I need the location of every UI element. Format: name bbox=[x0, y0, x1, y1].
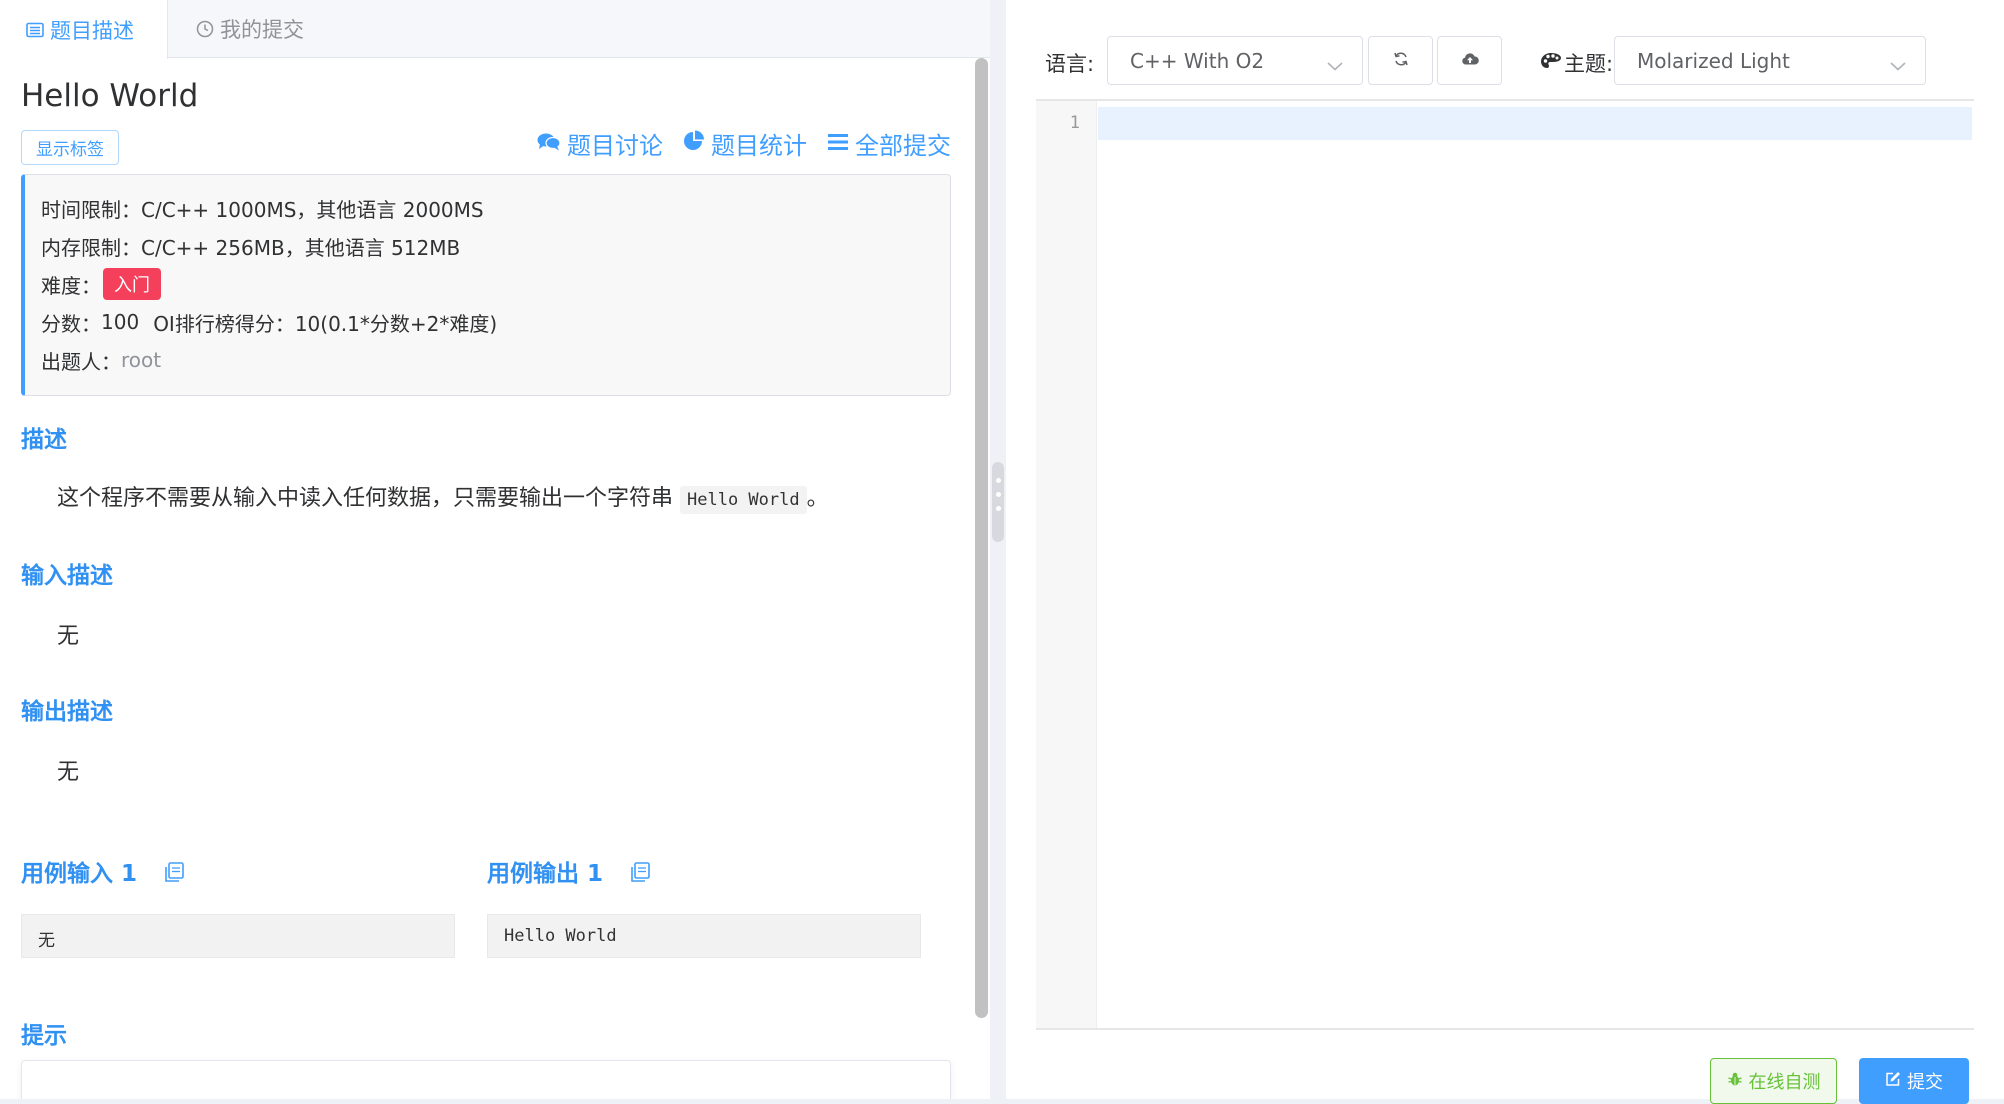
grip-dot bbox=[996, 492, 1001, 497]
panel-splitter[interactable] bbox=[990, 0, 1006, 1099]
memory-limit-row: 内存限制： C/C++ 256MB，其他语言 512MB bbox=[41, 227, 950, 265]
tab-label: 题目描述 bbox=[50, 18, 134, 43]
time-limit-row: 时间限制： C/C++ 1000MS，其他语言 2000MS bbox=[41, 189, 950, 227]
description-code: Hello World bbox=[680, 486, 807, 514]
description-body: 这个程序不需要从输入中读入任何数据，只需要输出一个字符串 bbox=[57, 486, 674, 511]
output-description-text: 无 bbox=[57, 760, 80, 785]
grip-dot bbox=[996, 478, 1001, 483]
sample-output-heading-label: 用例输出 1 bbox=[487, 861, 604, 887]
tab-problem-description[interactable]: 题目描述 bbox=[0, 0, 168, 59]
grip-dot bbox=[996, 506, 1001, 511]
problem-links: 题目讨论 题目统计 全部提交 bbox=[537, 126, 951, 161]
all-submissions-link[interactable]: 全部提交 bbox=[827, 126, 951, 161]
edit-icon bbox=[1885, 1071, 1901, 1092]
tab-bar: 题目描述 我的提交 bbox=[0, 0, 990, 59]
description-text: 这个程序不需要从输入中读入任何数据，只需要输出一个字符串 Hello World… bbox=[57, 480, 829, 514]
oi-rank-label: OI排行榜得分： bbox=[153, 311, 295, 336]
online-test-button[interactable]: 在线自测 bbox=[1710, 1058, 1837, 1104]
output-description-heading: 输出描述 bbox=[21, 699, 113, 725]
time-limit-label: 时间限制： bbox=[41, 197, 141, 222]
language-label: 语言: bbox=[1045, 52, 1095, 76]
discussion-link-label: 题目讨论 bbox=[567, 132, 663, 160]
author-row: 出题人： root bbox=[41, 341, 950, 379]
hint-heading: 提示 bbox=[21, 1023, 67, 1049]
code-editor[interactable]: 1 bbox=[1036, 99, 1974, 1030]
language-select[interactable]: C++ With O2 bbox=[1107, 36, 1363, 85]
score-label: 分数： bbox=[41, 311, 101, 336]
time-limit-value: C/C++ 1000MS，其他语言 2000MS bbox=[141, 197, 484, 222]
score-value: 100 bbox=[101, 310, 140, 334]
chevron-down-icon bbox=[1326, 53, 1344, 77]
clock-icon bbox=[196, 20, 214, 38]
refresh-icon bbox=[1393, 51, 1409, 71]
hint-box bbox=[21, 1060, 951, 1099]
submit-button[interactable]: 提交 bbox=[1859, 1058, 1969, 1104]
reset-code-button[interactable] bbox=[1368, 36, 1433, 85]
statistics-link-label: 题目统计 bbox=[711, 132, 807, 160]
memory-limit-label: 内存限制： bbox=[41, 235, 141, 260]
tab-label: 我的提交 bbox=[220, 18, 304, 42]
pie-chart-icon bbox=[683, 130, 705, 158]
scrollbar-thumb[interactable] bbox=[975, 58, 988, 1018]
description-heading: 描述 bbox=[21, 427, 67, 453]
sample-output-heading: 用例输出 1 bbox=[487, 854, 651, 889]
chevron-down-icon bbox=[1889, 53, 1907, 77]
sample-input-heading-label: 用例输入 1 bbox=[21, 861, 138, 887]
oi-rank-value: 10(0.1*分数+2*难度) bbox=[294, 311, 498, 336]
author-label: 出题人： bbox=[41, 349, 121, 374]
vertical-scrollbar[interactable] bbox=[975, 58, 988, 1018]
all-submissions-link-label: 全部提交 bbox=[855, 132, 951, 160]
active-line[interactable] bbox=[1098, 107, 1972, 140]
copy-icon[interactable] bbox=[163, 861, 185, 889]
bars-icon bbox=[827, 130, 849, 158]
sample-input-box[interactable]: 无 bbox=[21, 914, 455, 958]
list-alt-icon bbox=[26, 22, 44, 38]
language-value: C++ With O2 bbox=[1130, 48, 1265, 73]
statistics-link[interactable]: 题目统计 bbox=[683, 126, 807, 161]
difficulty-row: 难度： 入门 bbox=[41, 265, 950, 303]
difficulty-badge: 入门 bbox=[103, 268, 161, 300]
comments-icon bbox=[537, 130, 561, 158]
upload-file-button[interactable] bbox=[1437, 36, 1502, 85]
show-tags-button[interactable]: 显示标签 bbox=[21, 130, 119, 165]
input-description-text: 无 bbox=[57, 624, 80, 649]
theme-label: 主题: bbox=[1564, 52, 1614, 76]
tab-my-submissions[interactable]: 我的提交 bbox=[196, 0, 346, 58]
author-value: root bbox=[121, 348, 162, 372]
discussion-link[interactable]: 题目讨论 bbox=[537, 126, 663, 161]
description-end: 。 bbox=[806, 486, 829, 511]
problem-info-box: 时间限制： C/C++ 1000MS，其他语言 2000MS 内存限制： C/C… bbox=[21, 174, 951, 396]
problem-title: Hello World bbox=[21, 78, 199, 114]
editor-panel: 语言: C++ With O2 主题: Molarized Light 1 在线… bbox=[1006, 0, 2004, 1104]
theme-select[interactable]: Molarized Light bbox=[1614, 36, 1926, 85]
theme-value: Molarized Light bbox=[1637, 48, 1790, 73]
submit-label: 提交 bbox=[1907, 1072, 1943, 1093]
score-row: 分数： 100 OI排行榜得分： 10(0.1*分数+2*难度) bbox=[41, 303, 950, 341]
cloud-upload-icon bbox=[1461, 51, 1479, 70]
difficulty-label: 难度： bbox=[41, 273, 101, 298]
sample-input-heading: 用例输入 1 bbox=[21, 854, 185, 889]
copy-icon[interactable] bbox=[629, 861, 651, 889]
theme-label-group: 主题: bbox=[1540, 48, 1613, 78]
splitter-handle[interactable] bbox=[992, 462, 1004, 542]
palette-icon bbox=[1540, 51, 1562, 76]
line-number: 1 bbox=[1069, 113, 1080, 133]
bug-icon bbox=[1727, 1071, 1743, 1092]
problem-panel: 题目描述 我的提交 Hello World 显示标签 题目讨论 题目统计 全部提… bbox=[0, 0, 990, 1099]
sample-output-box[interactable]: Hello World bbox=[487, 914, 921, 958]
line-number-gutter: 1 bbox=[1036, 101, 1097, 1028]
memory-limit-value: C/C++ 256MB，其他语言 512MB bbox=[141, 235, 461, 260]
online-test-label: 在线自测 bbox=[1748, 1072, 1821, 1093]
input-description-heading: 输入描述 bbox=[21, 563, 113, 589]
